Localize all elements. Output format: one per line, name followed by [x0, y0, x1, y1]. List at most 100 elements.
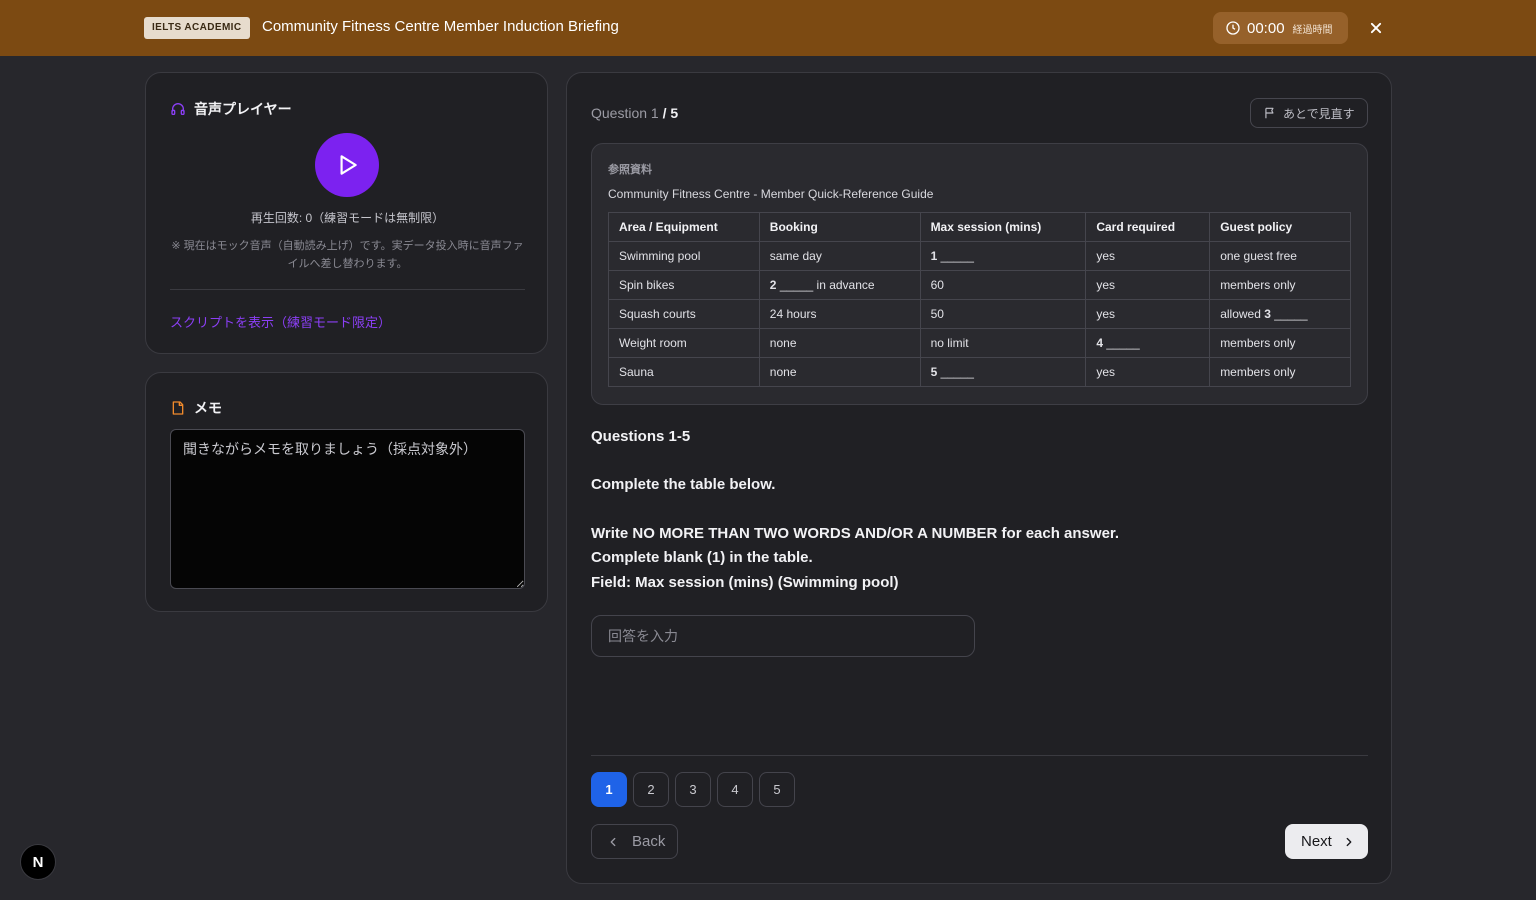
timer-label: 経過時間 [1292, 24, 1333, 36]
table-cell: 2 _____ in advance [758, 270, 921, 300]
cell-text: _____ [937, 249, 974, 263]
cell-text: yes [1096, 307, 1116, 321]
cell-text: none [769, 365, 797, 379]
cell-text: 24 hours [769, 307, 817, 321]
page-button-1[interactable]: 1 [591, 772, 627, 807]
question-pager: 12345 [591, 772, 795, 807]
close-button[interactable] [1366, 18, 1386, 38]
reference-label: 参照資料 [608, 164, 652, 176]
play-button[interactable] [315, 133, 379, 197]
cell-text: yes [1096, 365, 1116, 379]
table-cell: 4 _____ [1085, 328, 1211, 358]
table-row: Squash courts 24 hours 50 yes allowed 3 ____… [608, 299, 1351, 329]
reference-material: 参照資料 Community Fitness Centre - Member Q… [591, 143, 1368, 405]
audio-player-title: 音声プレイヤー [194, 101, 292, 117]
table-cell: allowed 3 _____ [1209, 299, 1351, 329]
table-cell: yes [1085, 357, 1211, 387]
cell-text: members only [1220, 336, 1296, 350]
table-header-cell: Card required [1085, 212, 1211, 242]
table-cell: 1 _____ [919, 241, 1087, 271]
cell-text: _____ in advance [776, 278, 875, 292]
question-card: Question 1 / 5 あとで見直す 参照資料 Community Fit… [566, 72, 1392, 884]
cell-text: _____ [1270, 307, 1308, 321]
table-header-cell: Guest policy [1209, 212, 1351, 242]
memo-title: メモ [194, 400, 222, 416]
cell-text: members only [1220, 365, 1296, 379]
questions-range-heading: Questions 1-5 [591, 428, 691, 445]
table-header-cell: Max session (mins) [919, 212, 1087, 242]
cell-text: one guest free [1220, 249, 1297, 263]
table-cell: members only [1209, 328, 1351, 358]
cell-text: Sauna [619, 365, 654, 379]
table-cell: 50 [919, 299, 1087, 329]
headphones-icon [171, 103, 185, 115]
table-cell: none [758, 357, 921, 387]
divider [591, 755, 1368, 756]
cell-text: _____ [1103, 336, 1140, 350]
table-cell: 5 _____ [919, 357, 1087, 387]
cell-text: yes [1096, 278, 1116, 292]
table-cell: yes [1085, 270, 1211, 300]
table-cell: one guest free [1209, 241, 1351, 271]
page-button-4[interactable]: 4 [717, 772, 753, 807]
memo-card: メモ [145, 372, 548, 612]
table-cell: Spin bikes [608, 270, 760, 300]
memo-heading: メモ [170, 398, 222, 418]
flag-icon [1265, 107, 1274, 119]
divider [170, 289, 525, 290]
timer-value: 00:00 [1247, 19, 1285, 37]
instruction-blank: Complete blank (1) in the table. [591, 549, 813, 566]
table-cell: members only [1209, 357, 1351, 387]
cell-text: 60 [930, 278, 944, 292]
next-button[interactable]: Next [1285, 824, 1368, 859]
top-header: IELTS ACADEMIC Community Fitness Centre … [0, 0, 1536, 56]
blank-number: 3 [1264, 307, 1271, 321]
question-current: Question 1 [591, 105, 659, 121]
audio-player-card: 音声プレイヤー 再生回数: 0（練習モードは無制限） ※ 現在はモック音声（自動… [145, 72, 548, 354]
table-header-row: Area / Equipment Booking Max session (mi… [608, 212, 1351, 242]
review-later-button[interactable]: あとで見直す [1250, 98, 1368, 128]
chevron-right-icon [1346, 837, 1352, 846]
cell-text: Swimming pool [619, 249, 701, 263]
instruction-field: Field: Max session (mins) (Swimming pool… [591, 574, 899, 591]
cell-text: 50 [930, 307, 944, 321]
page-button-5[interactable]: 5 [759, 772, 795, 807]
cell-text: members only [1220, 278, 1296, 292]
memo-textarea[interactable] [170, 429, 525, 589]
table-cell: Sauna [608, 357, 760, 387]
instruction-complete-table: Complete the table below. [591, 476, 776, 493]
elapsed-timer: 00:00 経過時間 [1213, 12, 1348, 44]
page-button-2[interactable]: 2 [633, 772, 669, 807]
show-script-link[interactable]: スクリプトを表示（練習モード限定） [170, 312, 391, 331]
table-row: Weight room none no limit 4 _____ members on… [608, 328, 1351, 358]
clock-icon [1226, 21, 1240, 35]
test-title: Community Fitness Centre Member Inductio… [262, 18, 619, 35]
cell-text: Weight room [619, 336, 687, 350]
exam-type-badge: IELTS ACADEMIC [144, 17, 250, 39]
cell-text: yes [1096, 249, 1116, 263]
back-button[interactable]: Back [591, 824, 678, 859]
mock-audio-note: ※ 現在はモック音声（自動読み上げ）です。実データ投入時に音声ファイルへ差し替わ… [171, 240, 524, 270]
cell-prefix: allowed [1220, 307, 1265, 321]
table-cell: Swimming pool [608, 241, 760, 271]
audio-player-heading: 音声プレイヤー [170, 99, 292, 119]
cell-text: Spin bikes [619, 278, 675, 292]
note-icon [172, 401, 184, 415]
table-row: Sauna none 5 _____ yes members only [608, 357, 1351, 387]
cell-text: none [769, 336, 797, 350]
table-cell: yes [1085, 241, 1211, 271]
table-cell: 24 hours [758, 299, 921, 329]
dev-tools-badge[interactable]: N [20, 844, 56, 880]
table-row: Spin bikes 2 _____ in advance 60 yes members… [608, 270, 1351, 300]
reference-table: Area / Equipment Booking Max session (mi… [608, 212, 1351, 387]
cell-text: Squash courts [619, 307, 696, 321]
page-button-3[interactable]: 3 [675, 772, 711, 807]
table-cell: Weight room [608, 328, 760, 358]
table-header-cell: Booking [758, 212, 921, 242]
table-cell: no limit [919, 328, 1087, 358]
answer-input[interactable] [591, 615, 975, 657]
play-count: 再生回数: 0（練習モードは無制限） [250, 211, 445, 225]
table-row: Swimming pool same day 1 _____ yes one guest… [608, 241, 1351, 271]
table-cell: same day [758, 241, 921, 271]
question-counter: Question 1 / 5 [591, 105, 678, 121]
